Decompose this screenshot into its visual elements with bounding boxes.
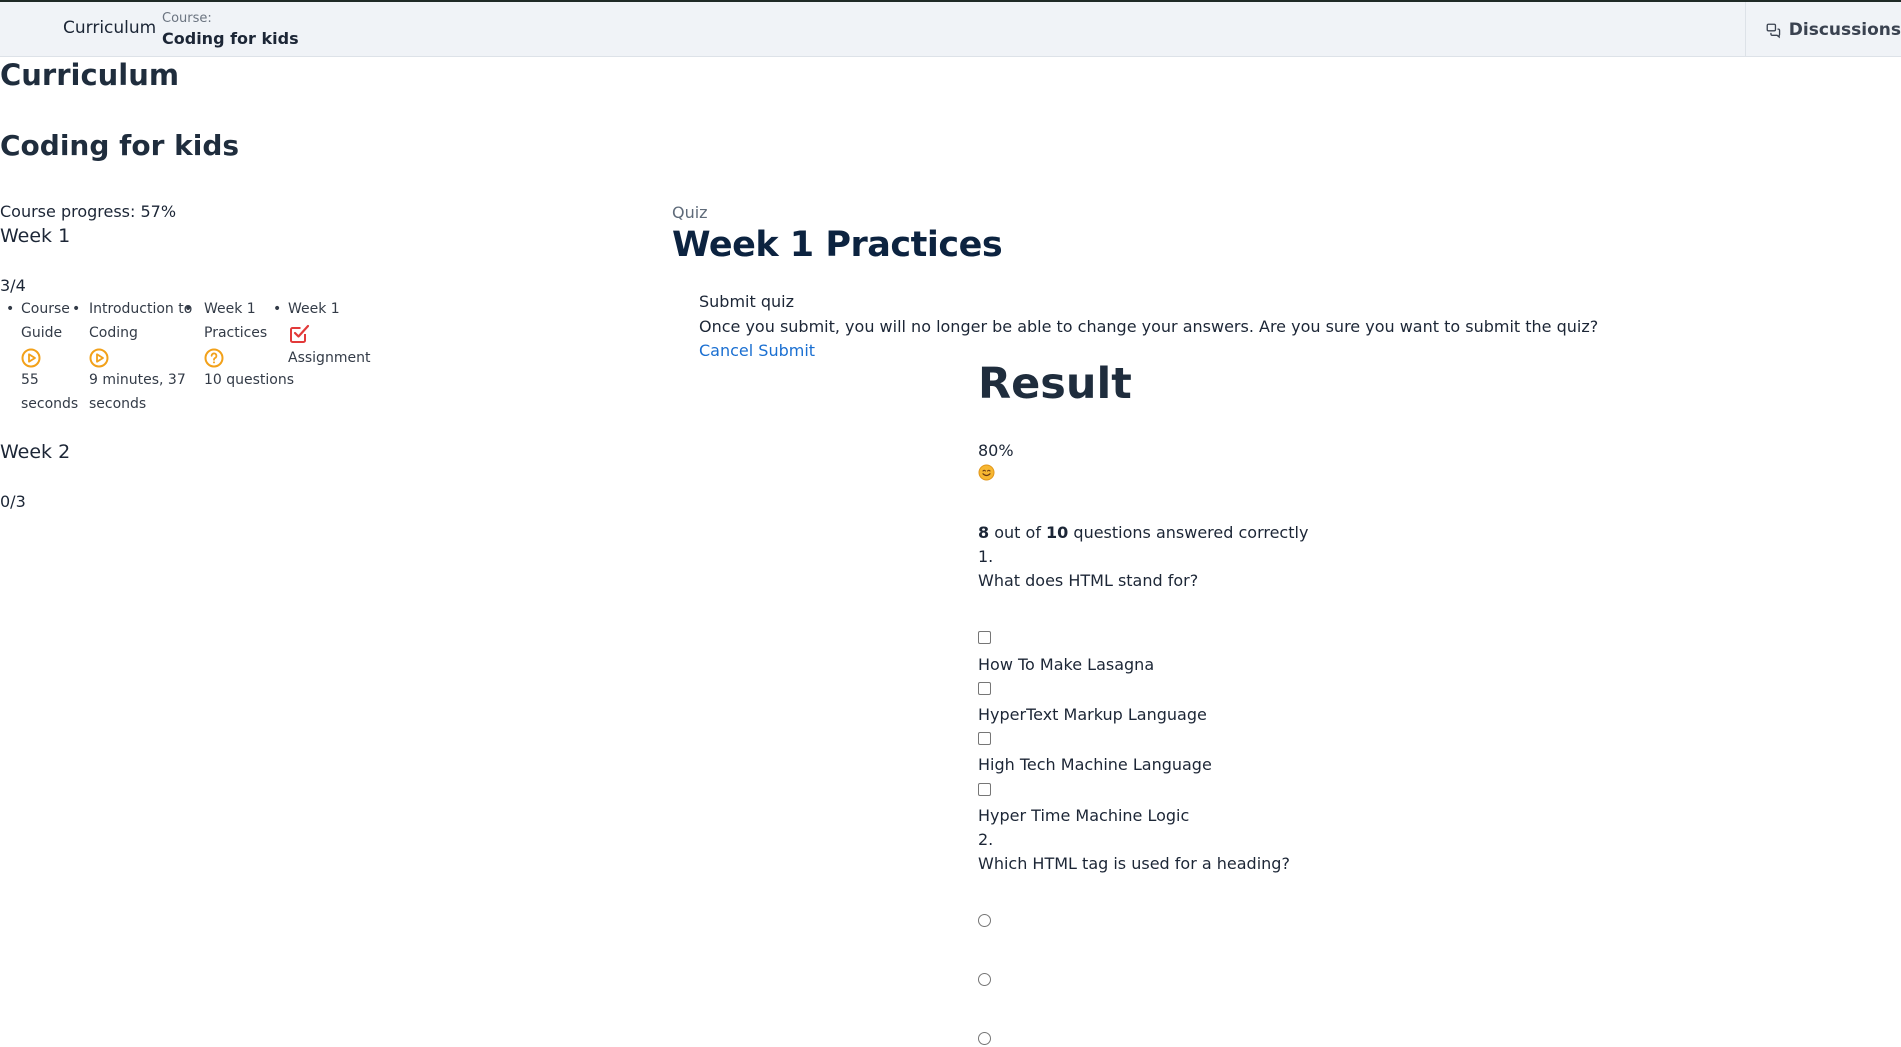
lesson-title-line2: Coding	[89, 325, 138, 341]
question-2-text: Which HTML tag is used for a heading?	[978, 854, 1290, 873]
correct-count: 8	[978, 523, 990, 542]
option-radio[interactable]	[978, 1032, 991, 1045]
course-progress: Course progress: 57%	[0, 202, 177, 221]
lesson-question-count: 10 questions	[204, 372, 295, 388]
week-1-count: 3/4	[0, 276, 26, 295]
top-bar: Curriculum Course: Coding for kids Discu…	[0, 2, 1901, 57]
lesson-duration-line2: seconds	[89, 396, 147, 412]
lesson-title-line1: Course	[21, 301, 70, 317]
play-circle-icon	[89, 348, 109, 368]
quiz-title: Week 1 Practices	[672, 225, 1003, 265]
option-label: High Tech Machine Language	[978, 755, 1212, 774]
lesson-title-line1: Week 1	[288, 301, 340, 317]
correct-suffix: questions answered correctly	[1073, 523, 1309, 542]
lesson-week-1-assignment[interactable]: • Week 1 Assignment	[273, 297, 371, 370]
lesson-title-line2: Practices	[204, 325, 268, 341]
discussions-label: Discussions	[1788, 19, 1901, 40]
submit-confirm-text: Once you submit, you will no longer be a…	[699, 317, 1599, 336]
chat-bubbles-icon	[1766, 23, 1781, 38]
week-2-count: 0/3	[0, 492, 26, 511]
lesson-title-line1: Introduction to	[89, 301, 193, 317]
lesson-introduction-to-coding[interactable]: • Introduction to Coding 9 minutes, 37 s…	[72, 297, 193, 416]
question-circle-icon	[204, 348, 224, 368]
question-1-number: 1.	[978, 547, 994, 566]
course-prefix: Course:	[162, 11, 212, 26]
lesson-duration-line1: 9 minutes, 37	[89, 372, 186, 388]
option-checkbox[interactable]	[978, 732, 991, 745]
cancel-submit-link[interactable]: Cancel Submit	[699, 341, 815, 360]
smile-emoji-icon	[978, 464, 995, 485]
result-heading: Result	[978, 359, 1132, 409]
option-radio[interactable]	[978, 973, 991, 986]
course-title: Coding for kids	[0, 129, 240, 162]
play-circle-icon	[21, 348, 41, 368]
curriculum-heading: Curriculum	[0, 58, 180, 92]
out-of-text: out of	[994, 523, 1041, 542]
week-1-title[interactable]: Week 1	[0, 225, 70, 247]
option-label: How To Make Lasagna	[978, 655, 1155, 674]
submit-quiz-title: Submit quiz	[699, 292, 794, 311]
option-checkbox[interactable]	[978, 631, 991, 644]
checked-assignment-icon	[290, 324, 310, 343]
correct-summary: 8 out of 10 questions answered correctly	[978, 523, 1308, 542]
question-2-number: 2.	[978, 830, 994, 849]
week-2-title[interactable]: Week 2	[0, 441, 70, 463]
result-score: 80%	[978, 441, 1014, 460]
lesson-title-line2: Assignment	[288, 350, 371, 366]
lesson-duration-line1: 55	[21, 372, 39, 388]
course-name: Coding for kids	[162, 29, 299, 48]
total-count: 10	[1046, 523, 1069, 542]
lesson-course-guide[interactable]: • Course Guide 55 seconds	[6, 297, 79, 416]
lesson-title-line2: Guide	[21, 325, 63, 341]
option-checkbox[interactable]	[978, 783, 991, 796]
lesson-duration-line2: seconds	[21, 396, 79, 412]
question-1-text: What does HTML stand for?	[978, 571, 1199, 590]
option-checkbox[interactable]	[978, 682, 991, 695]
option-label: HyperText Markup Language	[978, 705, 1207, 724]
quiz-kind-label: Quiz	[672, 203, 708, 222]
curriculum-tab[interactable]: Curriculum	[63, 18, 156, 38]
discussions-button[interactable]: Discussions	[1745, 2, 1901, 57]
option-radio[interactable]	[978, 914, 991, 927]
option-label: Hyper Time Machine Logic	[978, 806, 1190, 825]
